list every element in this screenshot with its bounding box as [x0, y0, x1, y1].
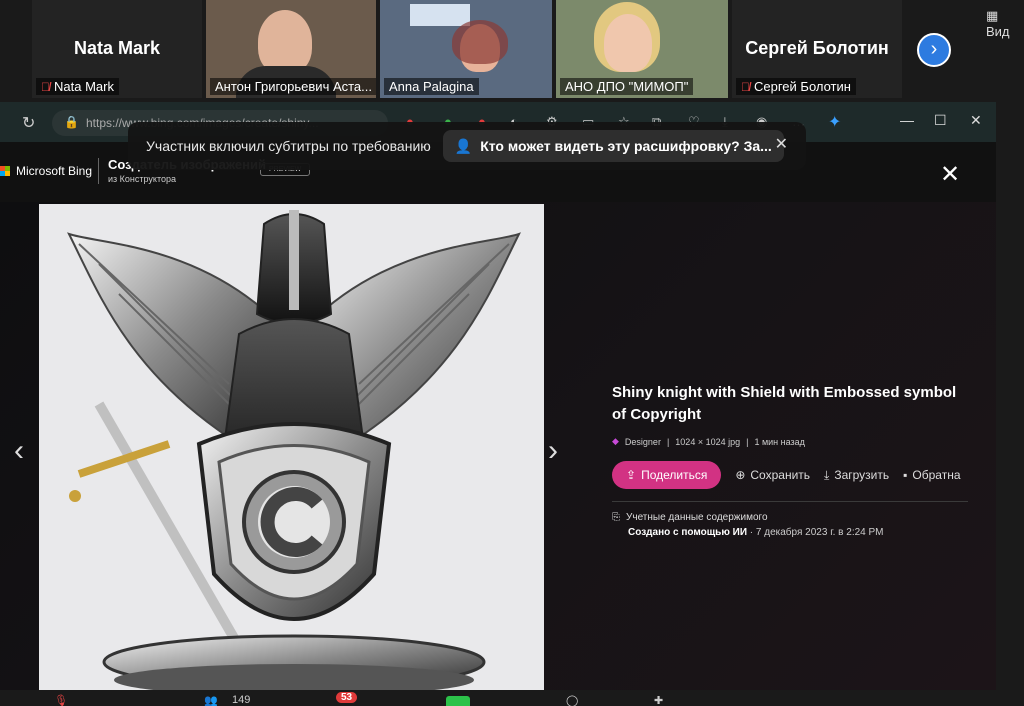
next-page-button[interactable]: ›: [917, 33, 951, 67]
knight-image: [39, 204, 544, 690]
shared-browser-window: ↻ 🔒 https://www.bing.com/images/create/s…: [0, 102, 996, 690]
image-creator-subtitle: из Конструктора: [108, 174, 176, 184]
participant-label-text: Nata Mark: [54, 79, 114, 94]
mic-muted-icon: 🎙̸: [741, 79, 750, 94]
view-button-label: Вид: [986, 24, 1010, 39]
participants-icon[interactable]: 👥: [204, 694, 218, 706]
participant-strip: Nata Mark 🎙̸ Nata Mark Антон Григорьевич…: [0, 0, 1024, 100]
participant-video-hair: [452, 20, 508, 64]
participants-count: 149: [232, 694, 251, 706]
image-source: Designer: [624, 436, 661, 447]
feedback-button[interactable]: ▪ Обратна: [903, 468, 960, 482]
image-title: Shiny knight with Shield with Embossed s…: [612, 384, 957, 423]
participant-video-face: [604, 14, 652, 72]
participant-label-text: Антон Григорьевич Аста...: [215, 79, 372, 94]
mic-muted-icon: 🎙̸: [41, 79, 50, 94]
next-image-icon[interactable]: ›: [548, 434, 558, 468]
bing-brand-text: Microsoft Bing: [16, 164, 93, 178]
image-actions: ⇪ Поделиться ⊕ Сохранить ⤓ Загрузить ▪ О…: [612, 461, 968, 489]
save-button[interactable]: ⊕ Сохранить: [735, 468, 810, 482]
download-button-label: Загрузить: [834, 468, 890, 482]
participant-name-large: Nata Mark: [73, 38, 161, 58]
feedback-button-label: Обратна: [912, 468, 961, 482]
captions-notification: Участник включил субтитры по требованию …: [128, 122, 806, 170]
participant-tile[interactable]: Anna Palagina: [380, 0, 552, 98]
transcript-visibility-label: Кто может видеть эту расшифровку? За...: [480, 138, 772, 154]
window-close-icon[interactable]: ✕: [970, 112, 982, 129]
participant-video: [258, 10, 312, 74]
minimize-icon[interactable]: —: [900, 112, 914, 128]
feedback-icon: ▪: [903, 468, 908, 482]
participant-label: 🎙̸ Сергей Болотин: [736, 78, 856, 95]
people-icon: 👤: [454, 137, 473, 154]
created-date: · 7 декабря 2023 г. в 2:24 PM: [747, 527, 884, 538]
meta-separator: |: [746, 436, 749, 447]
meta-separator: |: [666, 436, 670, 447]
microsoft-logo-icon: [0, 166, 10, 176]
copilot-icon[interactable]: ✦: [828, 112, 841, 132]
participant-video: [410, 4, 470, 26]
meeting-controls-bar: 🎙 👥 149 ◯ ✚: [0, 690, 1024, 706]
credentials-icon: ⎘: [612, 512, 620, 523]
image-time: 1 мин назад: [754, 436, 805, 447]
zoom-window: Nata Mark 🎙̸ Nata Mark Антон Григорьевич…: [0, 0, 1024, 706]
participant-label: 🎙̸ Nata Mark: [36, 78, 119, 95]
participant-label: АНО ДПО "МИМОП": [560, 78, 694, 95]
view-grid-icon: ▦: [986, 8, 999, 23]
view-button[interactable]: ▦ Вид: [986, 8, 1024, 39]
transcript-visibility-button[interactable]: 👤 Кто может видеть эту расшифровку? За..…: [442, 130, 784, 162]
participant-label: Антон Григорьевич Аста...: [210, 78, 376, 95]
created-by: Создано с помощью ИИ: [628, 527, 748, 538]
captions-close-icon[interactable]: ✕: [775, 134, 788, 154]
download-icon: ⤓: [824, 467, 830, 482]
participant-tile[interactable]: АНО ДПО "МИМОП": [556, 0, 728, 98]
image-info-panel: Shiny knight with Shield with Embossed s…: [612, 382, 972, 538]
share-screen-icon[interactable]: [446, 696, 470, 706]
mute-icon[interactable]: 🎙: [54, 694, 68, 706]
header-divider: [98, 158, 99, 184]
participant-label-text: Anna Palagina: [389, 79, 474, 94]
download-button[interactable]: ⤓ Загрузить: [824, 468, 889, 483]
participant-tile[interactable]: Nata Mark 🎙̸ Nata Mark: [32, 0, 202, 98]
lock-icon: 🔒: [64, 115, 79, 129]
reload-icon[interactable]: ↻: [22, 113, 35, 133]
participant-tile[interactable]: Сергей Болотин 🎙̸ Сергей Болотин: [732, 0, 902, 98]
share-icon: ⇪: [626, 468, 637, 482]
participant-tile[interactable]: Антон Григорьевич Аста...: [206, 0, 376, 98]
image-meta: ◆ Designer | 1024 × 1024 jpg | 1 мин наз…: [612, 436, 972, 447]
generated-image[interactable]: [39, 204, 544, 690]
content-credentials[interactable]: ⎘ Учетные данные содержимого: [612, 512, 972, 523]
designer-icon: ◆: [612, 436, 619, 446]
participant-label: Anna Palagina: [384, 78, 479, 95]
captions-text: Участник включил субтитры по требованию: [146, 138, 431, 154]
share-button[interactable]: ⇪ Поделиться: [612, 461, 722, 489]
participant-label-text: АНО ДПО "МИМОП": [565, 79, 689, 94]
apps-icon[interactable]: ✚: [654, 694, 663, 706]
previous-image-icon[interactable]: ‹: [14, 434, 24, 468]
credentials-label: Учетные данные содержимого: [626, 512, 768, 523]
chat-badge: 53: [336, 692, 358, 703]
creation-info: Создано с помощью ИИ · 7 декабря 2023 г.…: [628, 527, 972, 538]
share-button-label: Поделиться: [641, 468, 708, 482]
save-button-label: Сохранить: [750, 468, 811, 482]
participant-label-text: Сергей Болотин: [754, 79, 851, 94]
image-viewer: ‹ › Shiny knight with Shield with Emboss…: [0, 202, 996, 690]
microsoft-bing-logo[interactable]: Microsoft Bing: [0, 164, 92, 178]
reactions-icon[interactable]: ◯: [566, 694, 578, 706]
info-divider: [612, 501, 968, 502]
save-icon: ⊕: [735, 468, 746, 482]
image-size: 1024 × 1024 jpg: [675, 436, 741, 447]
participant-name-large: Сергей Болотин: [745, 38, 889, 58]
viewer-close-icon[interactable]: ✕: [940, 160, 960, 189]
maximize-icon[interactable]: ☐: [934, 112, 947, 129]
